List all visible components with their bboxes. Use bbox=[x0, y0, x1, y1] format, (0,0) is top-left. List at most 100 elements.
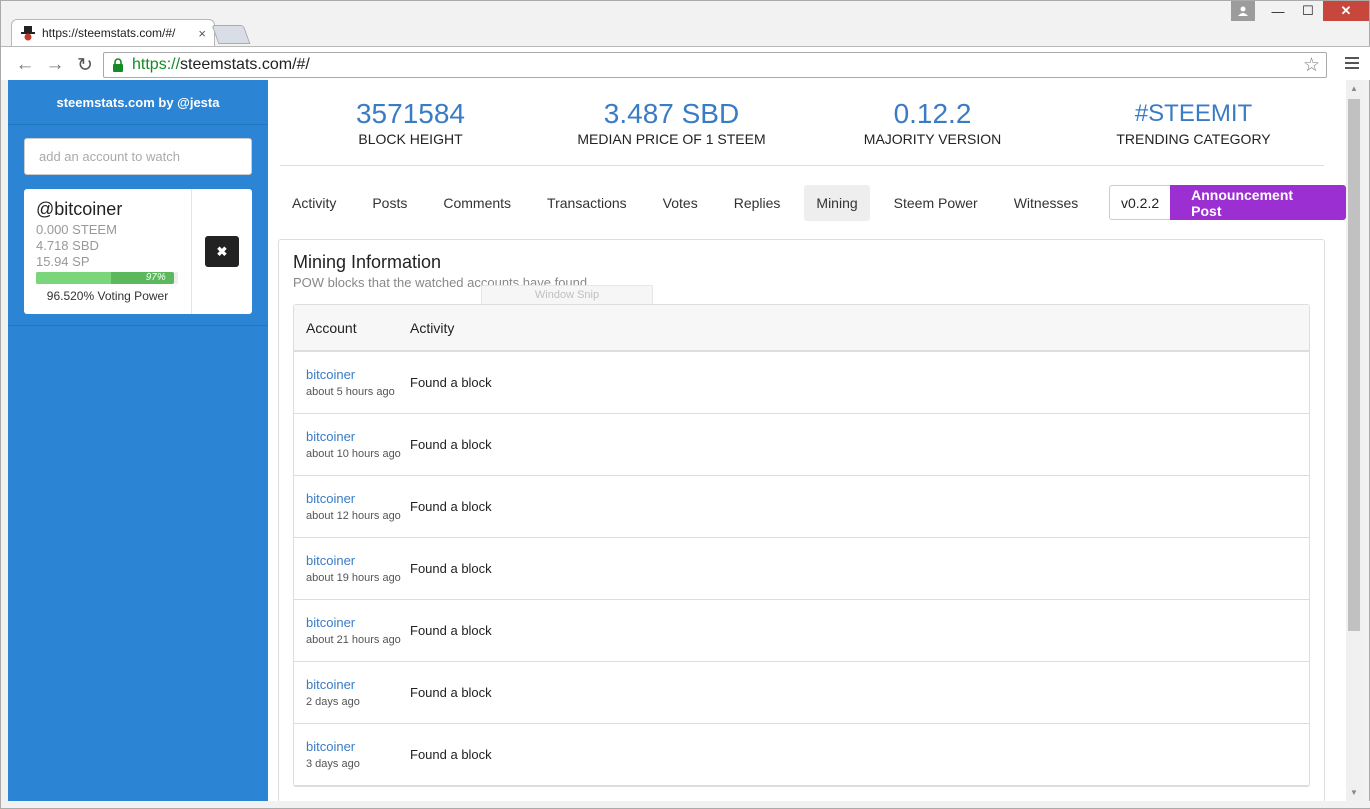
browser-menu-icon[interactable] bbox=[1345, 57, 1359, 72]
tab-replies[interactable]: Replies bbox=[722, 185, 793, 221]
stats-header: 3571584 BLOCK HEIGHT 3.487 SBD MEDIAN PR… bbox=[280, 80, 1324, 166]
mining-table: Account Activity bitcoiner about 5 hours… bbox=[293, 304, 1310, 787]
browser-chrome: https://steemstats.com/#/ × — ☐ ✕ ← → ↻ … bbox=[0, 0, 1370, 81]
stat-median-price: 3.487 SBD MEDIAN PRICE OF 1 STEEM bbox=[541, 80, 802, 165]
bookmark-star-icon[interactable]: ☆ bbox=[1303, 54, 1320, 77]
browser-toolbar: ← → ↻ https:// steemstats.com/#/ ☆ bbox=[1, 46, 1370, 81]
window-controls: — ☐ ✕ bbox=[1231, 1, 1369, 23]
user-profile-icon[interactable] bbox=[1231, 1, 1255, 21]
announcement-post-button[interactable]: Announcement Post bbox=[1170, 185, 1346, 220]
browser-tab[interactable]: https://steemstats.com/#/ × bbox=[11, 19, 215, 46]
back-arrow-icon[interactable]: ← bbox=[13, 53, 37, 77]
scrollbar-thumb[interactable] bbox=[1348, 99, 1360, 631]
brand-title[interactable]: steemstats.com by @jesta bbox=[8, 80, 268, 125]
stat-label: MAJORITY VERSION bbox=[863, 130, 1002, 147]
timestamp: about 12 hours ago bbox=[306, 510, 401, 522]
activity-text: Found a block bbox=[410, 747, 492, 762]
timestamp: about 5 hours ago bbox=[306, 386, 395, 398]
account-link[interactable]: bitcoiner bbox=[306, 677, 410, 692]
tab-close-icon[interactable]: × bbox=[198, 26, 206, 41]
activity-text: Found a block bbox=[410, 499, 492, 514]
new-tab-button[interactable] bbox=[211, 25, 251, 44]
sidebar: steemstats.com by @jesta @bitcoiner 0.00… bbox=[8, 80, 268, 801]
tab-steem-power[interactable]: Steem Power bbox=[882, 185, 990, 221]
account-link[interactable]: bitcoiner bbox=[306, 367, 410, 382]
stat-value: 3571584 bbox=[355, 97, 465, 129]
tab-posts[interactable]: Posts bbox=[360, 185, 419, 221]
account-link[interactable]: bitcoiner bbox=[306, 739, 410, 754]
tab-witnesses[interactable]: Witnesses bbox=[1002, 185, 1091, 221]
watch-account-input[interactable] bbox=[24, 138, 252, 175]
window-snip-overlay: Window Snip bbox=[481, 285, 653, 305]
activity-text: Found a block bbox=[410, 685, 492, 700]
account-link[interactable]: bitcoiner bbox=[306, 429, 410, 444]
account-link[interactable]: bitcoiner bbox=[306, 553, 410, 568]
timestamp: about 21 hours ago bbox=[306, 634, 401, 646]
table-row: bitcoiner about 21 hours ago Found a blo… bbox=[294, 600, 1309, 662]
stat-value[interactable]: #STEEMIT bbox=[1135, 99, 1252, 129]
tab-votes[interactable]: Votes bbox=[651, 185, 710, 221]
activity-text: Found a block bbox=[410, 561, 492, 576]
table-row: bitcoiner 2 days ago Found a block bbox=[294, 662, 1309, 724]
stat-label: MEDIAN PRICE OF 1 STEEM bbox=[577, 130, 766, 147]
account-sp: 15.94 SP bbox=[36, 254, 90, 269]
account-link[interactable]: bitcoiner bbox=[306, 615, 410, 630]
tab-transactions[interactable]: Transactions bbox=[535, 185, 639, 221]
column-header-activity: Activity bbox=[410, 319, 455, 336]
maximize-button[interactable]: ☐ bbox=[1293, 1, 1323, 21]
activity-text: Found a block bbox=[410, 375, 492, 390]
version-badge[interactable]: v0.2.2 bbox=[1109, 185, 1171, 220]
table-row: bitcoiner about 5 hours ago Found a bloc… bbox=[294, 352, 1309, 414]
mining-panel: Mining Information POW blocks that the w… bbox=[278, 239, 1325, 801]
url-scheme: https:// bbox=[132, 56, 181, 73]
activity-text: Found a block bbox=[410, 623, 492, 638]
forward-arrow-icon[interactable]: → bbox=[43, 53, 67, 77]
nav-tabs: Activity Posts Comments Transactions Vot… bbox=[280, 184, 1102, 222]
page-scrollbar[interactable]: ▲ ▼ bbox=[1346, 80, 1362, 801]
scroll-down-icon[interactable]: ▼ bbox=[1346, 784, 1362, 801]
account-card: @bitcoiner 0.000 STEEM 4.718 SBD 15.94 S… bbox=[24, 189, 252, 314]
steemstats-favicon-icon bbox=[20, 25, 36, 41]
remove-account-button[interactable]: ✖ bbox=[205, 236, 239, 267]
account-link[interactable]: bitcoiner bbox=[306, 491, 410, 506]
tab-comments[interactable]: Comments bbox=[431, 185, 523, 221]
stat-value: 3.487 SBD bbox=[603, 97, 740, 129]
reload-icon[interactable]: ↻ bbox=[73, 53, 97, 77]
lock-icon bbox=[112, 58, 124, 72]
stat-block-height: 3571584 BLOCK HEIGHT bbox=[280, 80, 541, 165]
voting-power-label: 96.520% Voting Power bbox=[46, 289, 169, 303]
table-row: bitcoiner about 10 hours ago Found a blo… bbox=[294, 414, 1309, 476]
table-header: Account Activity bbox=[294, 305, 1309, 352]
minimize-button[interactable]: — bbox=[1263, 1, 1293, 21]
account-name: @bitcoiner bbox=[36, 199, 123, 219]
tab-mining[interactable]: Mining bbox=[804, 185, 870, 221]
stat-label: BLOCK HEIGHT bbox=[358, 130, 463, 147]
main-content: 3571584 BLOCK HEIGHT 3.487 SBD MEDIAN PR… bbox=[268, 80, 1346, 801]
timestamp: about 19 hours ago bbox=[306, 572, 401, 584]
table-row: bitcoiner about 12 hours ago Found a blo… bbox=[294, 476, 1309, 538]
sidebar-divider bbox=[8, 325, 268, 326]
column-header-account: Account bbox=[306, 319, 357, 336]
scroll-up-icon[interactable]: ▲ bbox=[1346, 80, 1362, 97]
table-row: bitcoiner 3 days ago Found a block bbox=[294, 724, 1309, 786]
tab-activity[interactable]: Activity bbox=[280, 185, 348, 221]
stat-majority-version: 0.12.2 MAJORITY VERSION bbox=[802, 80, 1063, 165]
account-steem: 0.000 STEEM bbox=[36, 222, 117, 237]
close-window-button[interactable]: ✕ bbox=[1323, 1, 1369, 21]
timestamp: 2 days ago bbox=[306, 696, 360, 708]
table-row: bitcoiner about 19 hours ago Found a blo… bbox=[294, 538, 1309, 600]
version-group: v0.2.2 Announcement Post bbox=[1109, 185, 1346, 220]
voting-power-bar: 97% bbox=[36, 272, 178, 284]
account-sbd: 4.718 SBD bbox=[36, 238, 99, 253]
stat-label: TRENDING CATEGORY bbox=[1116, 130, 1271, 147]
activity-text: Found a block bbox=[410, 437, 492, 452]
voting-power-percent: 97% bbox=[145, 272, 166, 283]
timestamp: about 10 hours ago bbox=[306, 448, 401, 460]
account-info: @bitcoiner 0.000 STEEM 4.718 SBD 15.94 S… bbox=[24, 189, 192, 314]
stat-value: 0.12.2 bbox=[893, 97, 972, 129]
panel-title: Mining Information bbox=[293, 252, 442, 272]
address-bar[interactable]: https:// steemstats.com/#/ ☆ bbox=[103, 52, 1327, 78]
stat-trending-category: #STEEMIT TRENDING CATEGORY bbox=[1063, 80, 1324, 165]
url-path: steemstats.com/#/ bbox=[180, 56, 310, 73]
voting-power-fill: 97% bbox=[36, 272, 174, 284]
